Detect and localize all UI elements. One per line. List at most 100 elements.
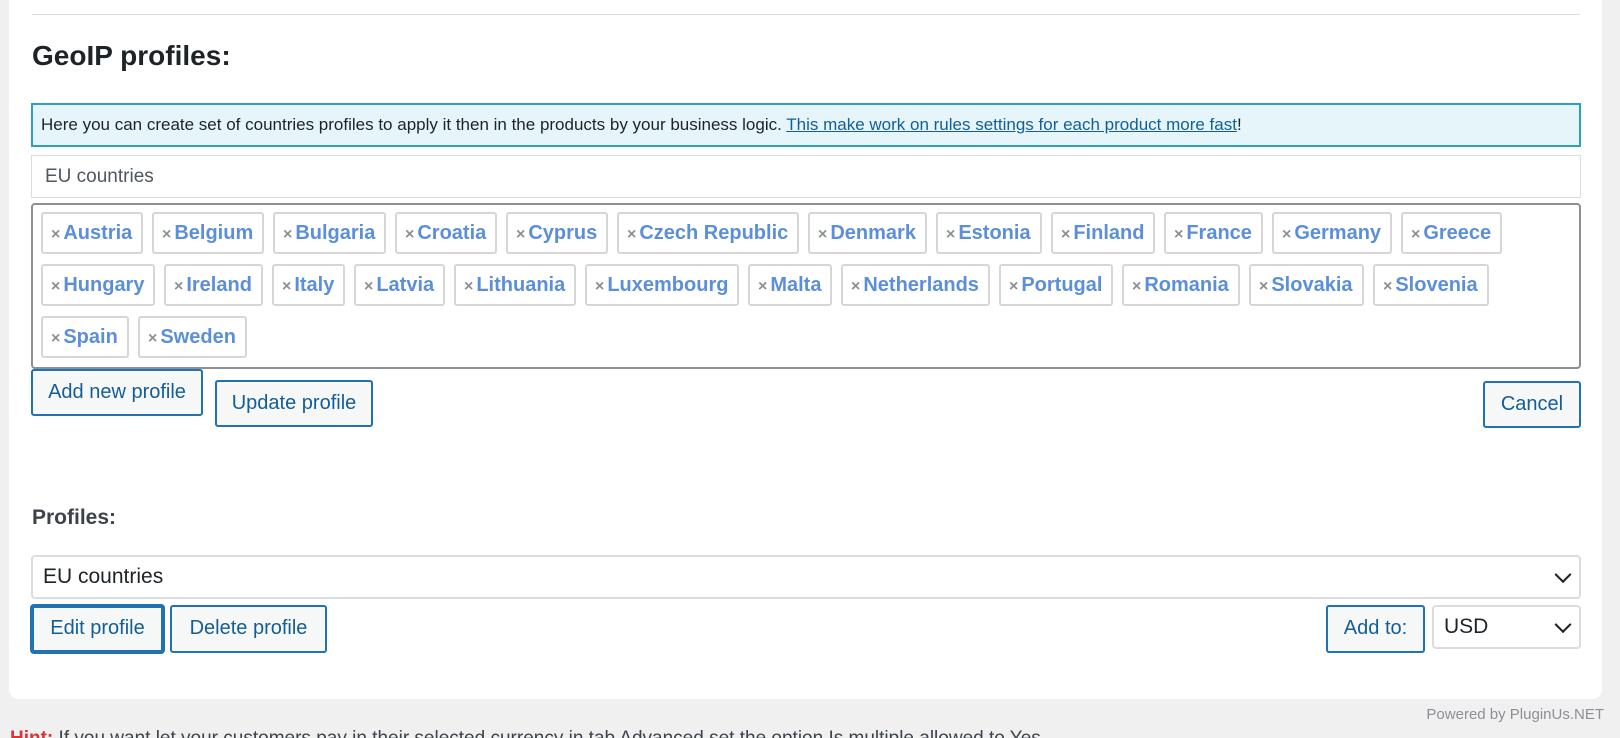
close-icon[interactable]: × [818,226,827,243]
close-icon[interactable]: × [627,226,636,243]
country-tag-label: Croatia [417,222,487,244]
profiles-label: Profiles: [32,506,117,529]
country-tag-label: Finland [1073,222,1145,244]
country-tag: × Ireland [164,264,263,306]
profile-select-value: EU countries [43,565,164,588]
profile-name-input[interactable] [31,155,1581,198]
country-tag: × Austria [41,212,144,254]
country-tag-label: Latvia [376,274,435,296]
country-tag: × Greece [1401,212,1503,254]
country-tag: × Latvia [354,264,446,306]
close-icon[interactable]: × [51,330,60,347]
country-tag-label: Austria [63,222,133,244]
close-icon[interactable]: × [162,226,171,243]
close-icon[interactable]: × [1174,226,1183,243]
country-tag-label: Cyprus [528,222,598,244]
divider [32,14,1580,15]
country-tag: × Italy [272,264,346,306]
country-tag-label: Hungary [63,274,145,296]
close-icon[interactable]: × [51,226,60,243]
country-tag-label: Ireland [186,274,252,296]
country-tag: × Spain [41,316,129,358]
close-icon[interactable]: × [1411,226,1420,243]
notice-link[interactable]: This make work on rules settings for eac… [786,115,1237,134]
currency-select[interactable]: USD [1432,605,1581,649]
country-tag: × France [1164,212,1263,254]
hint-body: If you want let your customers pay in th… [53,728,1047,738]
country-tag-label: Estonia [958,222,1031,244]
country-tag: × Denmark [808,212,927,254]
country-tag: × Slovenia [1373,264,1489,306]
country-tag-label: Czech Republic [639,222,789,244]
close-icon[interactable]: × [1009,278,1018,295]
close-icon[interactable]: × [148,330,157,347]
country-tag-label: Malta [770,274,822,296]
profile-select[interactable]: EU countries [31,555,1581,599]
country-tag: × Hungary [41,264,156,306]
country-tag: × Sweden [138,316,247,358]
country-tag: × Slovakia [1249,264,1364,306]
close-icon[interactable]: × [758,278,767,295]
hint-label: Hint: [10,728,53,738]
close-icon[interactable]: × [1132,278,1141,295]
country-tag-label: Slovenia [1395,274,1478,296]
country-tag: × Malta [748,264,833,306]
powered-by-text: Powered by PluginUs.NET [1426,706,1604,723]
edit-profile-button[interactable]: Edit profile [31,605,164,653]
hint-text: Hint: If you want let your customers pay… [10,728,1046,738]
update-profile-button[interactable]: Update profile [215,380,373,427]
country-tag-label: France [1186,222,1252,244]
close-icon[interactable]: × [174,278,183,295]
country-tag-label: Netherlands [863,274,979,296]
country-tag-label: Lithuania [476,274,566,296]
page-title: GeoIP profiles: [32,40,231,71]
chevron-down-icon [1554,566,1572,584]
notice-suffix: ! [1236,115,1242,134]
close-icon[interactable]: × [1061,226,1070,243]
country-tag-label: Belgium [174,222,254,244]
add-new-profile-button[interactable]: Add new profile [31,369,203,416]
close-icon[interactable]: × [946,226,955,243]
country-tag-label: Italy [294,274,335,296]
country-tag: × Finland [1051,212,1156,254]
country-tag-label: Romania [1144,274,1229,296]
close-icon[interactable]: × [1259,278,1268,295]
add-to-button[interactable]: Add to: [1326,605,1425,653]
close-icon[interactable]: × [464,278,473,295]
country-tag-label: Slovakia [1271,274,1353,296]
close-icon[interactable]: × [516,226,525,243]
delete-profile-button[interactable]: Delete profile [170,605,327,653]
country-tag: × Belgium [152,212,265,254]
country-tag-label: Greece [1423,222,1492,244]
country-tag-label: Germany [1294,222,1382,244]
close-icon[interactable]: × [851,278,860,295]
close-icon[interactable]: × [1282,226,1291,243]
country-tag-label: Sweden [160,326,236,348]
country-tag: × Cyprus [506,212,609,254]
close-icon[interactable]: × [282,278,291,295]
country-tag: × Luxembourg [585,264,740,306]
country-tag-label: Denmark [830,222,916,244]
country-tag: × Lithuania [454,264,577,306]
notice-text: Here you can create set of countries pro… [41,115,787,134]
close-icon[interactable]: × [405,226,414,243]
country-tag-label: Portugal [1021,274,1103,296]
close-icon[interactable]: × [51,278,60,295]
close-icon[interactable]: × [364,278,373,295]
info-notice: Here you can create set of countries pro… [31,103,1581,147]
country-tag: × Bulgaria [273,212,387,254]
country-tag: × Croatia [395,212,498,254]
country-tag: × Portugal [999,264,1114,306]
country-tag-label: Spain [63,326,118,348]
close-icon[interactable]: × [283,226,292,243]
country-tag: × Netherlands [841,264,990,306]
chevron-down-icon [1554,616,1572,634]
countries-tag-input[interactable]: × Austria × Belgium × Bulgaria × Croatia × Cyprus… [31,203,1581,369]
country-tag: × Germany [1272,212,1393,254]
country-tag: × Estonia [936,212,1042,254]
country-tag: × Czech Republic [617,212,800,254]
country-tag-label: Luxembourg [607,274,729,296]
close-icon[interactable]: × [1383,278,1392,295]
cancel-button[interactable]: Cancel [1483,381,1581,428]
close-icon[interactable]: × [595,278,604,295]
